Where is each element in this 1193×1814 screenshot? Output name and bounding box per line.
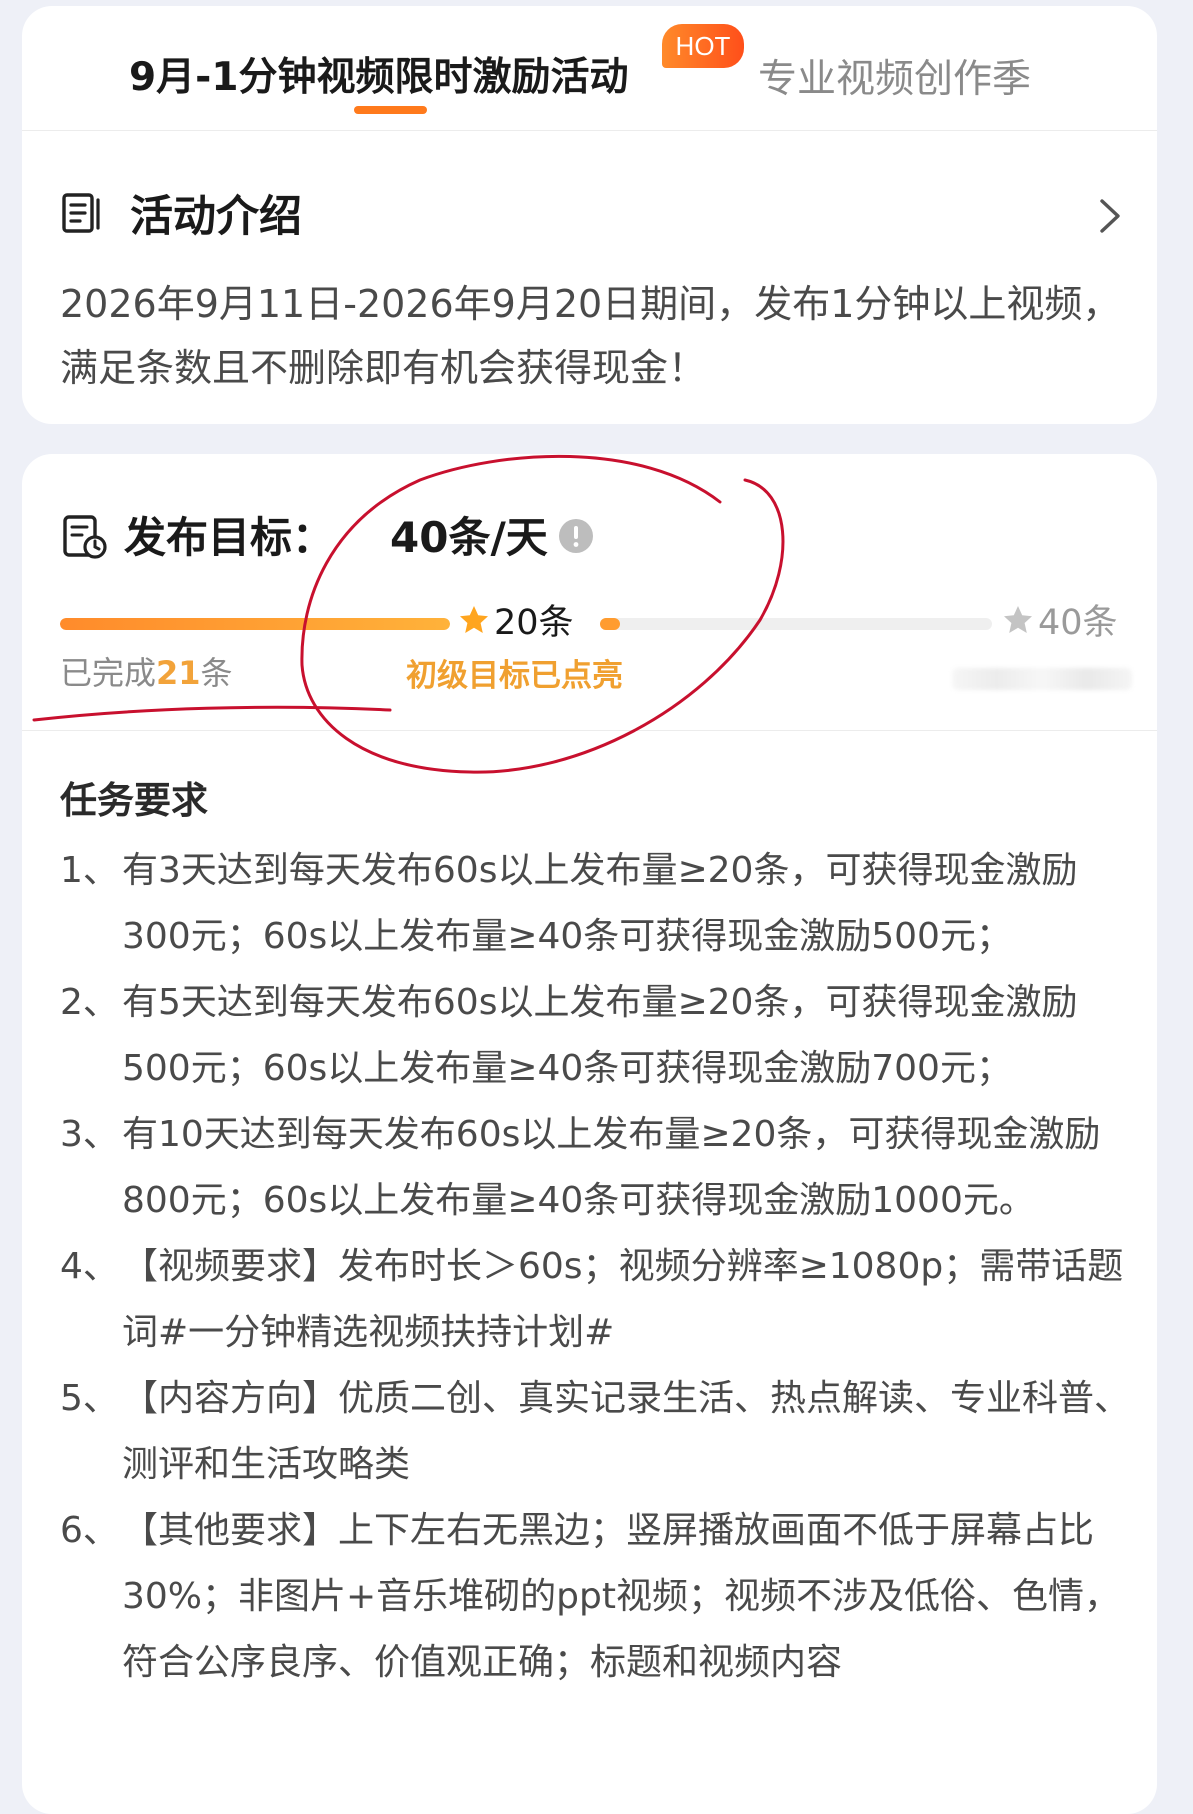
goal-clipboard-icon — [63, 515, 107, 559]
star-icon — [460, 605, 488, 633]
task-item-number: 6、 — [60, 1510, 119, 1551]
task-item: 6、 【其他要求】上下左右无黑边；竖屏播放画面不低于屏幕占比30%；非图片+音乐堆… — [60, 1498, 1140, 1696]
document-icon — [62, 193, 100, 233]
milestone-20-label: 20条 — [494, 603, 574, 643]
task-item-number: 1、 — [60, 850, 119, 891]
progress-track-1 — [60, 618, 450, 630]
milestone-40-label: 40条 — [1038, 603, 1118, 643]
task-item: 4、 【视频要求】发布时长＞60s；视频分辨率≥1080p；需带话题词#一分钟精选… — [60, 1234, 1140, 1366]
task-item-number: 4、 — [60, 1246, 119, 1287]
goal-value: 40条/天 — [390, 513, 548, 562]
intro-title: 活动介绍 — [130, 192, 302, 242]
completed-suffix: 条 — [200, 654, 233, 692]
task-item-text: 【视频要求】发布时长＞60s；视频分辨率≥1080p；需带话题词#一分钟精选视频… — [122, 1246, 1124, 1353]
completed-count: 已完成21条 — [60, 648, 233, 694]
task-item-number: 2、 — [60, 982, 119, 1023]
intro-description: 2026年9月11日-2026年9月20日期间，发布1分钟以上视频，满足条数且不… — [60, 282, 1121, 390]
milestone-20: 20条 — [458, 594, 574, 654]
divider — [22, 730, 1157, 731]
tab-1min-video-activity[interactable]: 9月-1分钟视频限时激励活动 — [129, 46, 628, 102]
level-lit-status: 初级目标已点亮 — [406, 658, 623, 694]
star-icon — [1004, 605, 1032, 633]
completed-prefix: 已完成 — [60, 654, 157, 692]
task-item-number: 3、 — [60, 1114, 119, 1155]
blurred-text — [952, 668, 1132, 690]
goal-card: 发布目标： 40条/天 20条 40条 已完成21条 初级目标已点亮 任务要求 … — [22, 454, 1157, 1814]
task-item-text: 有3天达到每天发布60s以上发布量≥20条，可获得现金激励300元；60s以上发… — [122, 850, 1078, 957]
progress-fill-2 — [600, 618, 620, 630]
tab-bar: 9月-1分钟视频限时激励活动 HOT 专业视频创作季 — [22, 6, 1157, 131]
task-item-number: 5、 — [60, 1378, 119, 1419]
task-item: 1、 有3天达到每天发布60s以上发布量≥20条，可获得现金激励300元；60s以… — [60, 838, 1140, 970]
task-requirements-list: 1、 有3天达到每天发布60s以上发布量≥20条，可获得现金激励300元；60s以… — [60, 838, 1140, 1696]
tab-pro-video-season[interactable]: 专业视频创作季 — [758, 48, 1031, 104]
chevron-right-icon[interactable] — [1096, 196, 1124, 236]
active-tab-indicator — [354, 106, 427, 114]
goal-label: 发布目标： — [124, 513, 335, 562]
page: 9月-1分钟视频限时激励活动 HOT 专业视频创作季 活动介绍 2026年9月1… — [0, 0, 1193, 1814]
task-item-text: 有10天达到每天发布60s以上发布量≥20条，可获得现金激励800元；60s以上… — [122, 1114, 1101, 1221]
hot-badge: HOT — [662, 24, 744, 68]
progress-track-2 — [600, 618, 992, 630]
task-item: 3、 有10天达到每天发布60s以上发布量≥20条，可获得现金激励800元；60s… — [60, 1102, 1140, 1234]
task-item: 2、 有5天达到每天发布60s以上发布量≥20条，可获得现金激励500元；60s以… — [60, 970, 1140, 1102]
progress-fill-1 — [60, 618, 450, 630]
task-item-text: 【其他要求】上下左右无黑边；竖屏播放画面不低于屏幕占比30%；非图片+音乐堆砌的… — [122, 1510, 1120, 1683]
milestone-40: 40条 — [1002, 594, 1118, 654]
activity-card: 9月-1分钟视频限时激励活动 HOT 专业视频创作季 活动介绍 2026年9月1… — [22, 6, 1157, 424]
task-item-text: 有5天达到每天发布60s以上发布量≥20条，可获得现金激励500元；60s以上发… — [122, 982, 1078, 1089]
info-icon[interactable] — [558, 518, 594, 554]
task-requirements-title: 任务要求 — [60, 779, 208, 822]
task-item: 5、 【内容方向】优质二创、真实记录生活、热点解读、专业科普、测评和生活攻略类 — [60, 1366, 1140, 1498]
completed-number: 21 — [156, 654, 201, 692]
task-item-text: 【内容方向】优质二创、真实记录生活、热点解读、专业科普、测评和生活攻略类 — [122, 1378, 1131, 1485]
